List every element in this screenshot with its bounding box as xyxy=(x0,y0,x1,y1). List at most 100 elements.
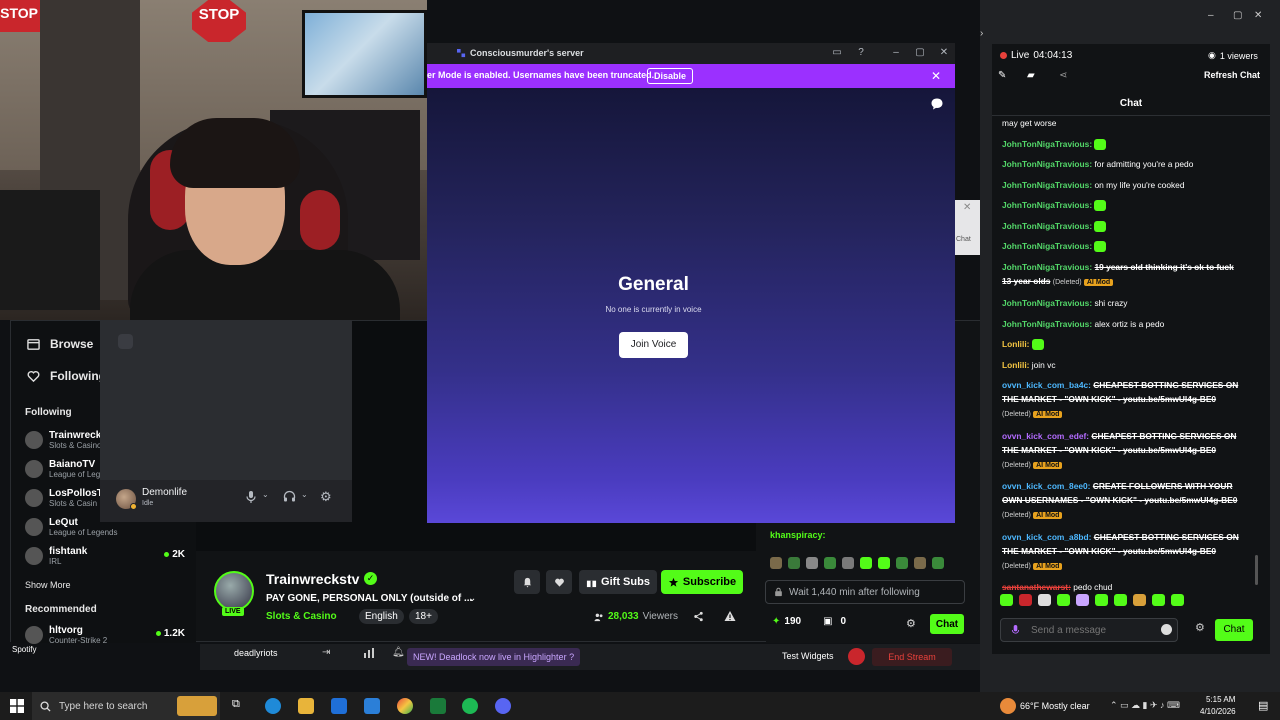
emote-icon[interactable] xyxy=(1171,594,1184,606)
kick-chat-settings-icon[interactable]: ⚙ xyxy=(906,617,916,630)
join-voice-button[interactable]: Join Voice xyxy=(619,332,688,358)
chat-scrollbar[interactable] xyxy=(1255,555,1258,585)
share-icon[interactable] xyxy=(693,611,704,622)
end-stream-button[interactable]: End Stream xyxy=(872,648,952,666)
emote-icon[interactable] xyxy=(1114,594,1127,606)
highlighter-news-banner[interactable]: NEW! Deadlock now live in Highlighter ? xyxy=(407,648,581,666)
chat-username[interactable]: Lonlili: xyxy=(1002,339,1029,349)
follow-button[interactable] xyxy=(546,570,572,594)
microphone-icon[interactable] xyxy=(1011,624,1020,636)
emote-icon[interactable] xyxy=(860,557,872,569)
chat-username[interactable]: Lonlili: xyxy=(1002,360,1029,370)
language-tag[interactable]: English xyxy=(359,609,404,624)
clock-date[interactable]: 4/10/2026 xyxy=(1200,707,1236,716)
show-more-button[interactable]: Show More xyxy=(25,580,71,590)
clock-time[interactable]: 5:15 AM xyxy=(1206,695,1235,704)
rec-icon[interactable] xyxy=(848,648,865,665)
emote-icon[interactable] xyxy=(896,557,908,569)
edge-icon[interactable] xyxy=(265,698,281,714)
report-icon[interactable] xyxy=(724,610,736,622)
notifications-icon[interactable]: ▤ xyxy=(1258,699,1268,712)
settings-gear-icon[interactable]: ⚙ xyxy=(320,490,334,504)
taskbar-search[interactable]: Type here to search xyxy=(32,692,220,720)
sidebar-browse[interactable]: Browse xyxy=(27,337,93,351)
notification-bell-icon[interactable]: 🔔︎ xyxy=(392,647,405,658)
chat-username[interactable]: JohnTonNigaTravious: xyxy=(1002,159,1092,169)
chat-bubble-icon[interactable] xyxy=(930,97,944,111)
emote-icon[interactable] xyxy=(914,557,926,569)
chrome-icon[interactable] xyxy=(397,698,413,714)
emote-icon[interactable] xyxy=(878,557,890,569)
gift-subs-button[interactable]: Gift Subs xyxy=(579,570,657,594)
obs-scene-name[interactable]: deadlyriots xyxy=(234,648,278,658)
emote-icon[interactable] xyxy=(1038,594,1051,606)
chat-username[interactable]: JohnTonNigaTravious: xyxy=(1002,200,1092,210)
sidebar-channel-item[interactable]: fishtank IRL 2K xyxy=(25,543,185,569)
emote-icon[interactable] xyxy=(932,557,944,569)
headphones-chevron-down-icon[interactable]: ⌄ xyxy=(301,490,315,504)
chat-username[interactable]: ovvn_kick_com_8ee0: xyxy=(1002,481,1090,491)
sidebar-following[interactable]: Following xyxy=(27,369,106,383)
discord-icon[interactable] xyxy=(495,698,511,714)
weather-text[interactable]: 66°F Mostly clear xyxy=(1020,701,1090,711)
folder-icon[interactable]: ▰ xyxy=(1027,70,1035,81)
emote-icon[interactable] xyxy=(806,557,818,569)
help-icon[interactable]: ? xyxy=(855,47,867,59)
chat-username[interactable]: ovvn_kick_com_ba4c: xyxy=(1002,380,1091,390)
chat-username[interactable]: ovvn_kick_com_a8bd: xyxy=(1002,532,1091,542)
emote-icon[interactable] xyxy=(1057,594,1070,606)
chat-username[interactable]: JohnTonNigaTravious: xyxy=(1002,241,1092,251)
channel-name[interactable]: Trainwreckstv xyxy=(266,571,359,587)
windows-start-icon[interactable] xyxy=(10,699,24,713)
headphones-icon[interactable] xyxy=(283,490,297,504)
emote-icon[interactable] xyxy=(1019,594,1032,606)
channel-points[interactable]: ✦ 190 ▣ 0 xyxy=(772,616,846,627)
stats-icon[interactable] xyxy=(364,648,374,658)
task-view-icon[interactable]: ⧉ xyxy=(232,698,248,714)
chat-send-button[interactable]: Chat xyxy=(1215,619,1253,641)
emoji-icon[interactable] xyxy=(1161,624,1172,635)
kick-app-icon[interactable] xyxy=(430,698,446,714)
spotify-icon[interactable] xyxy=(462,698,478,714)
minimize-icon[interactable]: – xyxy=(1208,10,1214,21)
close-icon[interactable]: ✕ xyxy=(1254,10,1262,21)
close-icon[interactable]: ✕ xyxy=(938,47,950,59)
collapse-chevron-icon[interactable]: › xyxy=(980,28,983,39)
minimize-icon[interactable]: – xyxy=(890,47,902,59)
store-icon[interactable] xyxy=(331,698,347,714)
sidebar-recommended-item[interactable]: hltvorg Counter-Strike 2 1.2K xyxy=(25,622,185,648)
edit-icon[interactable]: ✎ xyxy=(998,70,1006,81)
test-widgets-button[interactable]: Test Widgets xyxy=(782,651,834,661)
maximize-icon[interactable]: ▢ xyxy=(914,47,926,59)
chat-username[interactable]: JohnTonNigaTravious: xyxy=(1002,139,1092,149)
stream-category[interactable]: Slots & Casino xyxy=(266,611,337,622)
chevron-down-icon[interactable]: ⌄ xyxy=(468,593,476,604)
discord-username[interactable]: Demonlife xyxy=(142,487,187,498)
emote-icon[interactable] xyxy=(1000,594,1013,606)
microphone-icon[interactable] xyxy=(245,490,259,504)
chat-username[interactable]: JohnTonNigaTravious: xyxy=(1002,298,1092,308)
chat-message-input[interactable] xyxy=(1031,625,1151,636)
emote-icon[interactable] xyxy=(1076,594,1089,606)
chat-username[interactable]: santanathewarst: xyxy=(1002,582,1071,592)
file-explorer-icon[interactable] xyxy=(298,698,314,714)
kick-chat-send-button[interactable]: Chat xyxy=(930,614,964,634)
refresh-chat-button[interactable]: Refresh Chat xyxy=(1204,70,1260,80)
emote-icon[interactable] xyxy=(1152,594,1165,606)
chat-send-box[interactable] xyxy=(1000,618,1178,642)
emote-icon[interactable] xyxy=(1095,594,1108,606)
tray-icons[interactable]: ⌃ ▭ ☁ ▮ ✈ ♪ ⌨ xyxy=(1110,700,1180,711)
banner-close-icon[interactable]: ✕ xyxy=(931,69,941,83)
exit-icon[interactable]: ⇥ xyxy=(322,647,330,658)
share-icon[interactable]: ⋖ xyxy=(1059,70,1067,81)
emote-icon[interactable] xyxy=(1133,594,1146,606)
popout-close-icon[interactable]: ✕ xyxy=(963,202,971,213)
channel-avatar[interactable] xyxy=(214,571,254,611)
mic-chevron-down-icon[interactable]: ⌄ xyxy=(262,490,276,504)
emote-icon[interactable] xyxy=(788,557,800,569)
chat-settings-gear-icon[interactable]: ⚙ xyxy=(1195,621,1205,634)
emote-icon[interactable] xyxy=(770,557,782,569)
chat-username[interactable]: JohnTonNigaTravious: xyxy=(1002,221,1092,231)
mail-icon[interactable] xyxy=(364,698,380,714)
chat-username[interactable]: JohnTonNigaTravious: xyxy=(1002,262,1092,272)
